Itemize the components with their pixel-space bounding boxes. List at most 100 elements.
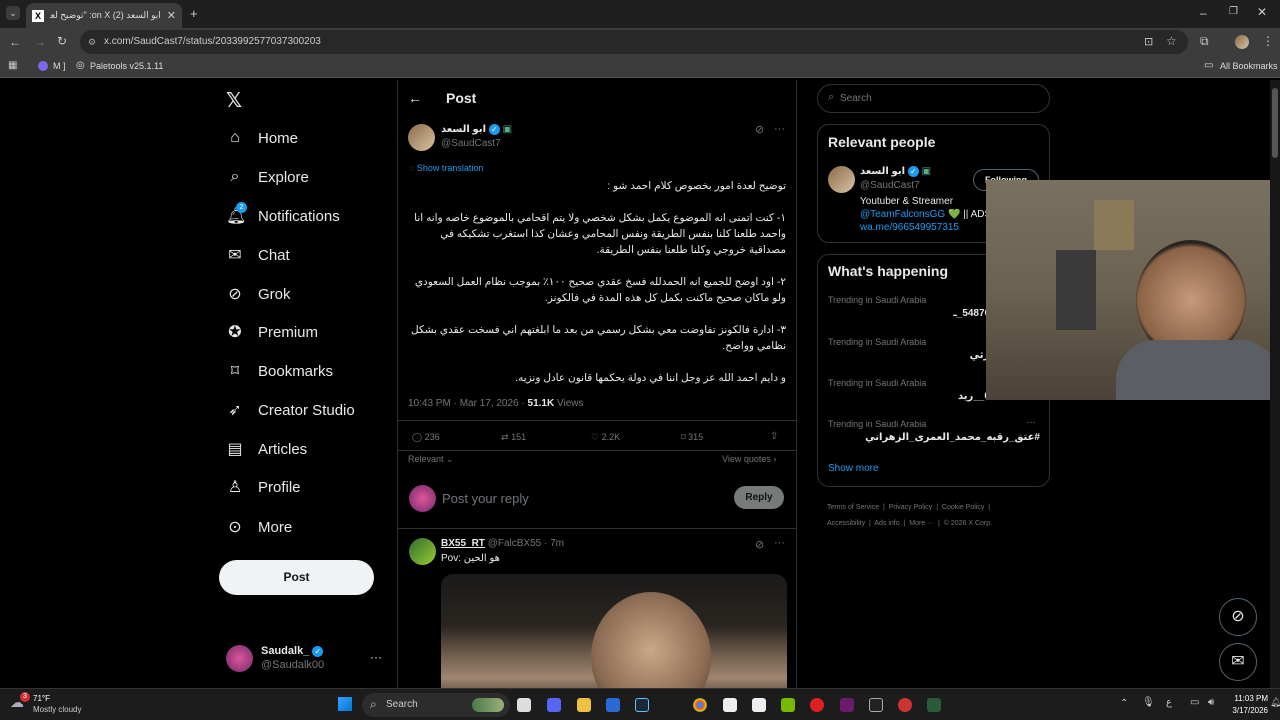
nav-bookmarks[interactable]: ⌑ Bookmarks xyxy=(226,356,333,386)
show-translation-link[interactable]: ◌ Show translation xyxy=(409,163,483,173)
reply-input[interactable]: Post your reply xyxy=(442,491,529,506)
scrollbar[interactable] xyxy=(1270,80,1280,688)
media-app-icon[interactable] xyxy=(810,698,824,712)
reply-action[interactable]: ◯ 236 xyxy=(412,432,440,443)
view-quotes-link[interactable]: View quotes › xyxy=(722,454,776,464)
tray-chevron-icon[interactable]: ⌃ xyxy=(1120,698,1128,709)
minimize-icon[interactable]: – xyxy=(1200,6,1207,20)
nav-home[interactable]: ⌂ Home xyxy=(226,123,298,153)
nav-notifications[interactable]: 🔔︎ 2 Notifications xyxy=(226,201,340,231)
app-icon[interactable] xyxy=(927,698,941,712)
x-logo-icon[interactable]: 𝕏 xyxy=(226,88,242,113)
share-icon[interactable]: ⇪ xyxy=(770,431,778,442)
nav-explore[interactable]: ⌕ Explore xyxy=(226,162,309,192)
footer-link[interactable]: Accessibility xyxy=(827,520,865,527)
search-input[interactable]: Search xyxy=(840,93,872,104)
footer-link[interactable]: Terms of Service xyxy=(827,504,879,511)
more-options-icon[interactable]: ··· xyxy=(774,537,785,549)
scrollbar-thumb[interactable] xyxy=(1272,88,1278,158)
volume-icon[interactable]: 🔊︎ xyxy=(1208,697,1214,708)
steam-icon[interactable] xyxy=(635,698,649,712)
url-field[interactable]: ⚙ x.com/SaudCast7/status/203399257703730… xyxy=(80,30,1188,54)
grok-icon[interactable]: ⊘ xyxy=(755,538,764,551)
footer-link[interactable]: Ads info xyxy=(874,520,899,527)
microphone-icon[interactable]: 🎙︎ xyxy=(1142,697,1155,708)
account-avatar[interactable] xyxy=(226,645,253,672)
bio-link[interactable]: @TeamFalconsGG xyxy=(860,209,945,220)
reload-icon[interactable]: ↻ xyxy=(57,34,67,48)
close-tab-icon[interactable]: ✕ xyxy=(167,9,176,22)
grok-float-icon[interactable]: ⊘ xyxy=(1219,598,1257,636)
person-name-row[interactable]: ابو السعد ✓ ▣ xyxy=(860,166,931,177)
nav-more[interactable]: ⊙ More xyxy=(226,512,292,542)
author-name-row[interactable]: ابو السعد ✓ ▣ xyxy=(441,124,512,135)
sort-dropdown[interactable]: Relevant ⌄ xyxy=(408,454,454,465)
forward-icon[interactable]: → xyxy=(34,35,46,49)
browser-tab[interactable]: X ابو السعد (2) on X: "توضيح لعدة ✕ xyxy=(26,3,182,28)
like-action[interactable]: ♡ 2.2K xyxy=(591,432,620,443)
back-arrow-icon[interactable]: ← xyxy=(408,90,422,106)
nav-profile[interactable]: ♙ Profile xyxy=(226,472,301,502)
install-icon[interactable]: ⊡ xyxy=(1144,35,1153,48)
reply-author-avatar[interactable] xyxy=(409,538,436,565)
file-icon[interactable] xyxy=(723,698,737,712)
tab-list-icon[interactable]: ⌄ xyxy=(6,6,20,20)
windows-start-icon[interactable] xyxy=(338,697,352,711)
reply-author-name[interactable]: BX55_RT xyxy=(441,538,485,549)
task-view-icon[interactable] xyxy=(517,698,531,712)
site-info-icon[interactable]: ⚙ xyxy=(88,30,96,54)
person-avatar[interactable] xyxy=(828,166,855,193)
file-icon[interactable] xyxy=(752,698,766,712)
post-button[interactable]: Post xyxy=(219,560,374,595)
bookmark-2[interactable]: Paletools v25.1.11 xyxy=(90,61,163,71)
app-icon[interactable] xyxy=(840,698,854,712)
profile-avatar[interactable] xyxy=(1235,35,1249,49)
file-explorer-icon[interactable] xyxy=(577,698,591,712)
app-icon[interactable] xyxy=(898,698,912,712)
store-icon[interactable] xyxy=(606,698,620,712)
network-icon[interactable]: ▭ xyxy=(1190,697,1199,708)
more-options-icon[interactable]: ··· xyxy=(774,123,785,135)
reply-media-image[interactable] xyxy=(441,574,787,688)
notification-center-icon[interactable]: 🔔︎ xyxy=(1270,697,1280,708)
language-icon[interactable]: ع xyxy=(1166,697,1172,708)
messages-float-icon[interactable]: ✉ xyxy=(1219,643,1257,681)
grok-icon[interactable]: ⊘ xyxy=(755,123,764,136)
author-handle[interactable]: @SaudCast7 xyxy=(441,138,501,149)
footer-link[interactable]: Privacy Policy xyxy=(889,504,933,511)
nav-articles[interactable]: ▤ Articles xyxy=(226,434,307,464)
new-tab-icon[interactable]: + xyxy=(190,6,198,21)
extensions-icon[interactable]: ⧉ xyxy=(1200,34,1209,49)
back-icon[interactable]: ← xyxy=(9,35,21,49)
account-menu-icon[interactable]: ··· xyxy=(370,650,382,664)
menu-icon[interactable]: ⋮ xyxy=(1262,34,1274,48)
weather-widget[interactable]: ☁ 3 xyxy=(10,692,30,714)
footer-link[interactable]: Cookie Policy xyxy=(942,504,984,511)
nav-grok[interactable]: ⊘ Grok xyxy=(226,279,290,309)
bookmark-action[interactable]: ⌑ 315 xyxy=(681,432,703,443)
search-box[interactable]: ⌕ Search xyxy=(817,84,1050,113)
reply-author-handle[interactable]: @FalcBX55 · 7m xyxy=(488,538,564,549)
author-avatar[interactable] xyxy=(408,124,435,151)
all-bookmarks[interactable]: All Bookmarks xyxy=(1220,61,1278,71)
footer-link[interactable]: More ··· xyxy=(909,520,934,527)
nav-premium[interactable]: ✪ Premium xyxy=(226,317,318,347)
discord-icon[interactable] xyxy=(547,698,561,712)
bio-whatsapp-link[interactable]: wa.me/966549957315 xyxy=(860,222,959,233)
apps-icon[interactable]: ▦ xyxy=(8,60,17,71)
restore-icon[interactable]: ❐ xyxy=(1229,6,1238,17)
nav-chat[interactable]: ✉ Chat xyxy=(226,240,289,270)
post-timestamp[interactable]: 10:43 PM · Mar 17, 2026 · xyxy=(408,398,528,409)
bookmark-1[interactable]: M ] xyxy=(53,61,66,71)
nav-creator-studio[interactable]: ➶ Creator Studio xyxy=(226,395,354,425)
taskbar-clock[interactable]: 11:03 PM 3/17/2026 xyxy=(1224,694,1268,715)
person-handle[interactable]: @SaudCast7 xyxy=(860,180,920,191)
star-icon[interactable]: ☆ xyxy=(1166,34,1177,48)
chrome-icon[interactable] xyxy=(693,698,707,712)
nvidia-icon[interactable] xyxy=(781,698,795,712)
reply-button[interactable]: Reply xyxy=(734,486,784,509)
app-icon[interactable] xyxy=(869,698,883,712)
trend-more-icon[interactable]: ··· xyxy=(1026,417,1036,428)
close-window-icon[interactable]: ✕ xyxy=(1257,5,1267,19)
taskbar-search[interactable]: ⌕ Search xyxy=(362,693,510,717)
